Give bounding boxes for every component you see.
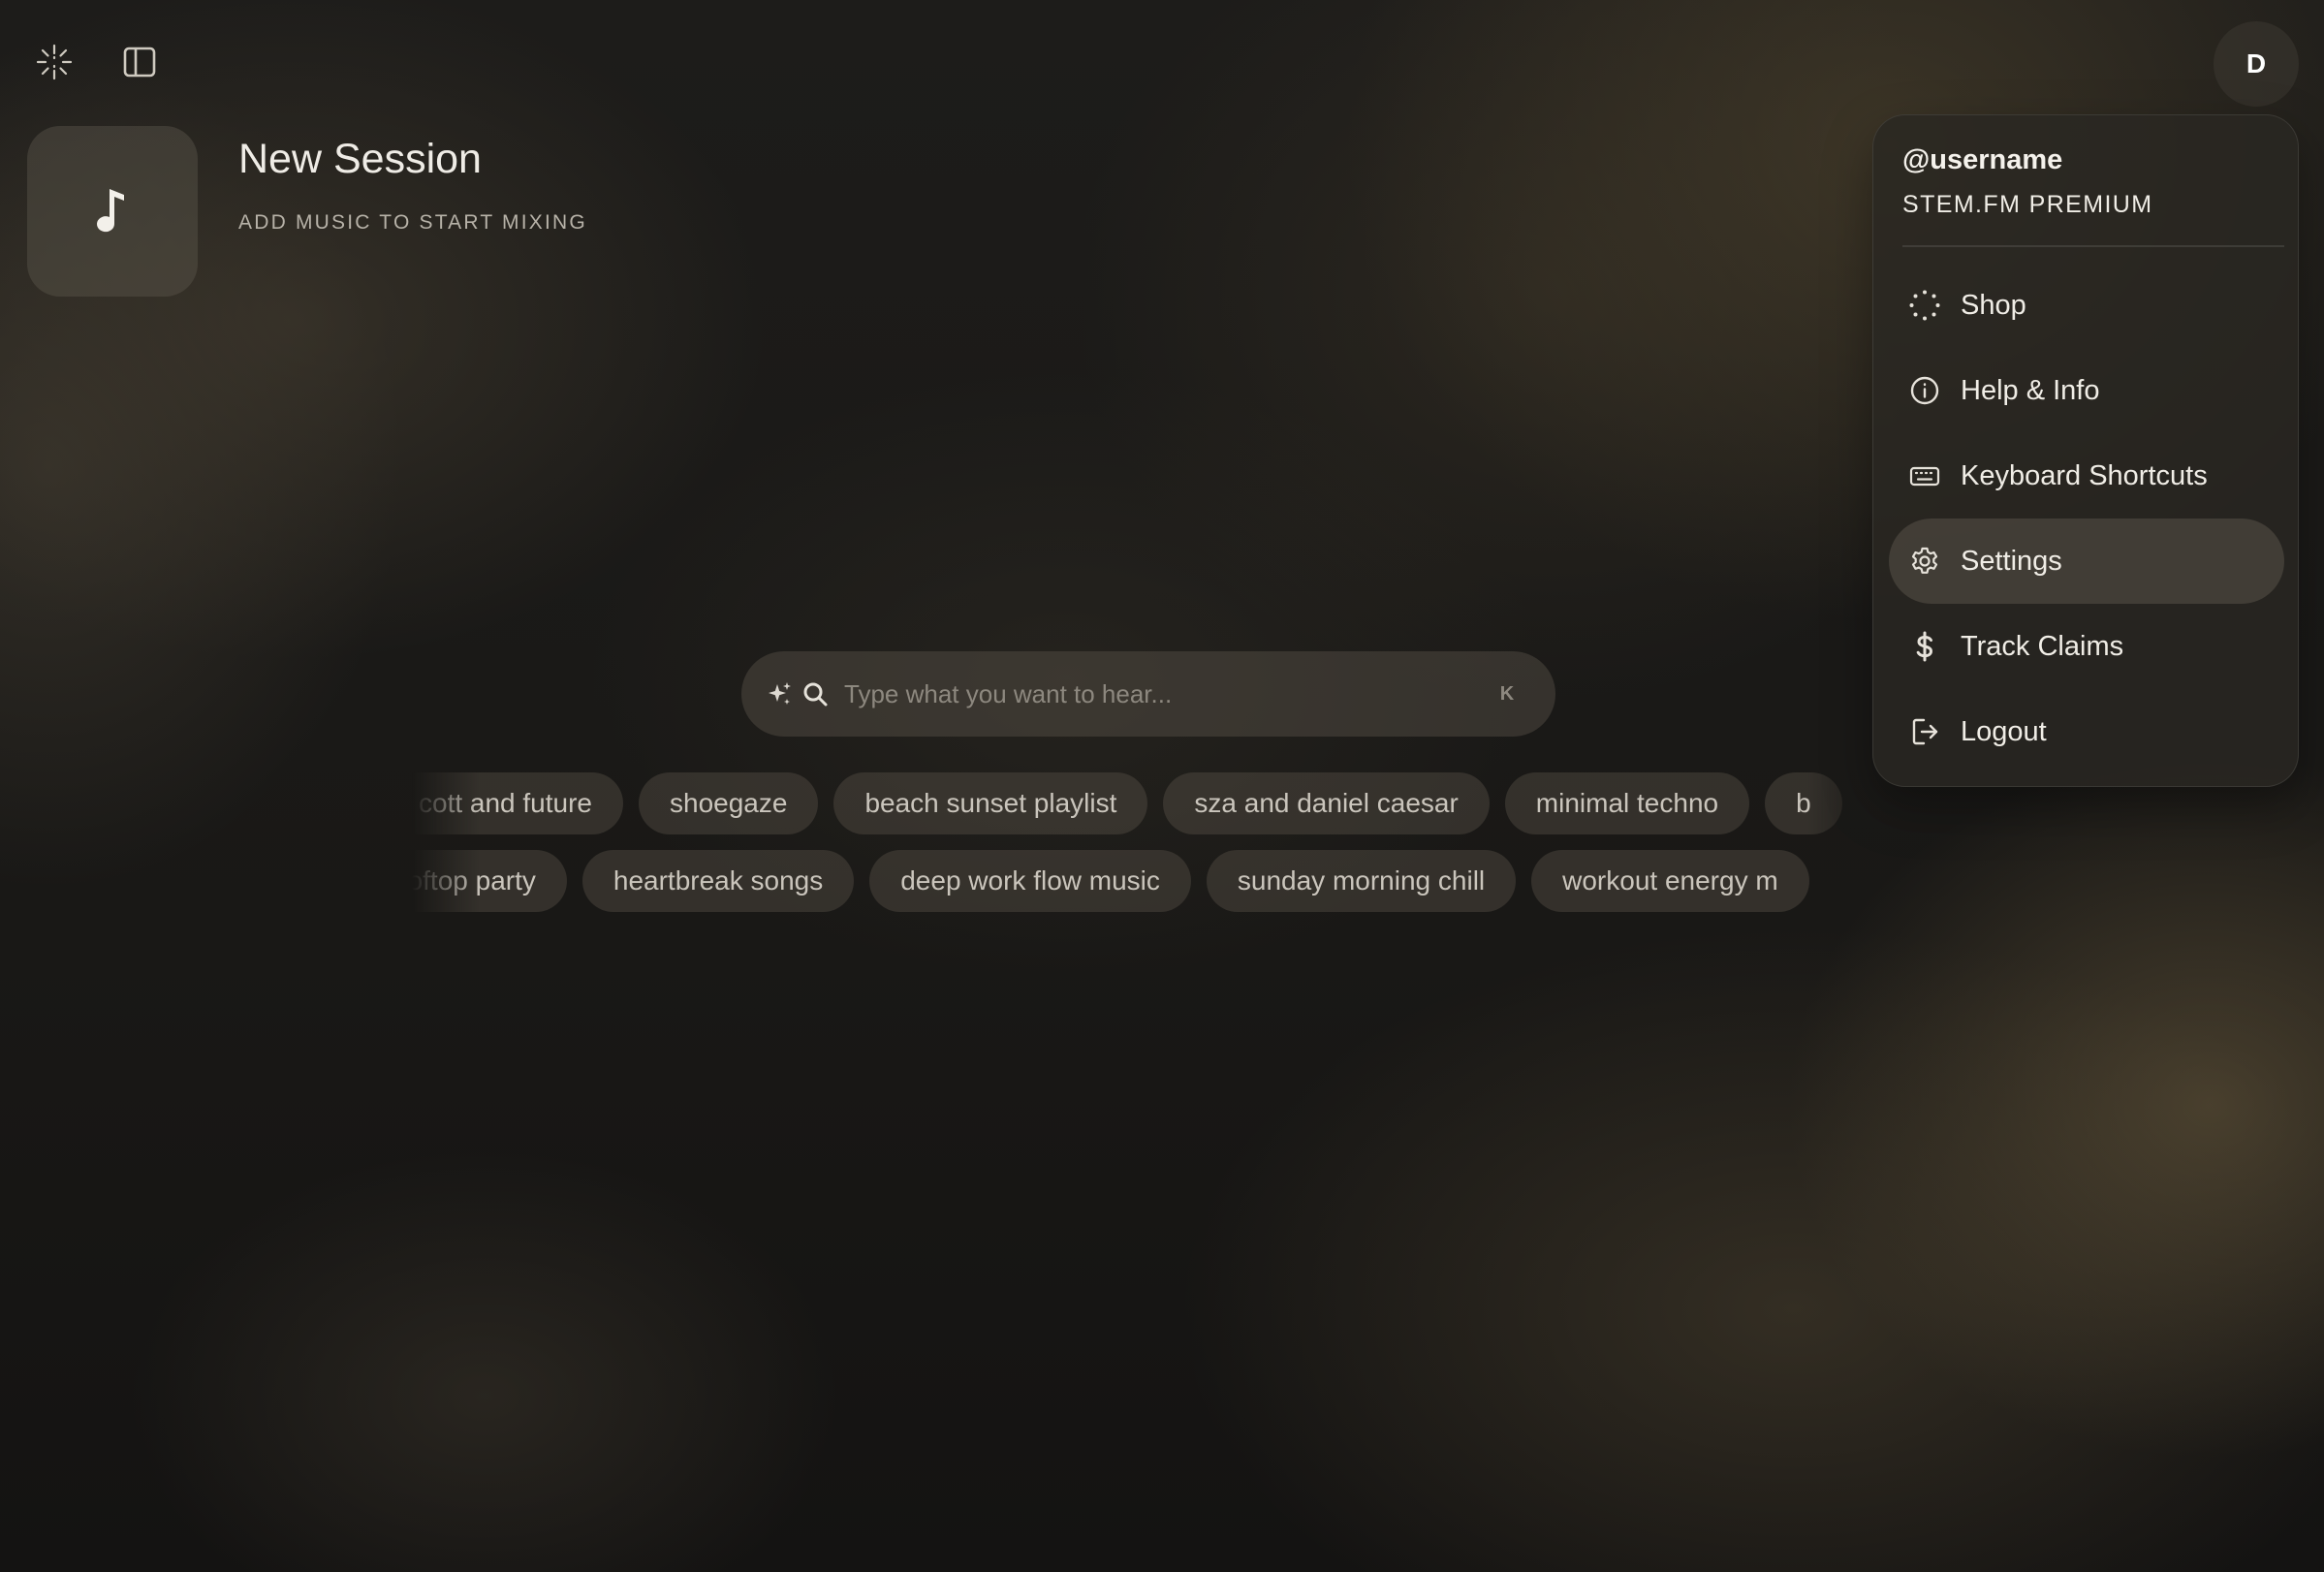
search-icon: [803, 682, 828, 707]
suggestion-chip[interactable]: shoegaze: [639, 772, 819, 834]
menu-item-label: Keyboard Shortcuts: [1961, 459, 2208, 491]
suggestion-chip[interactable]: beach sunset playlist: [833, 772, 1148, 834]
menu-item-keyboard-shortcuts[interactable]: Keyboard Shortcuts: [1889, 433, 2284, 519]
menu-username: @username: [1902, 144, 2063, 175]
keyboard-icon: [1908, 459, 1941, 492]
suggestion-chip[interactable]: minimal techno: [1504, 772, 1750, 834]
menu-item-label: Help & Info: [1961, 374, 2100, 406]
suggestion-row-2: ooftop party heartbreak songs deep work …: [412, 850, 1885, 912]
suggestion-chip[interactable]: heartbreak songs: [581, 850, 855, 912]
suggestion-row-1: cott and future shoegaze beach sunset pl…: [412, 772, 1885, 834]
user-menu: @username STEM.FM PREMIUM Shop Help & In…: [1872, 114, 2299, 787]
suggestion-chip[interactable]: workout energy m: [1531, 850, 1809, 912]
info-icon: [1908, 374, 1941, 407]
suggestion-chip[interactable]: b: [1765, 772, 1842, 834]
logo-spark-icon[interactable]: [33, 41, 76, 83]
search-shortcut-hint: K: [1499, 682, 1515, 705]
suggestion-chip[interactable]: sza and daniel caesar: [1163, 772, 1490, 834]
search-bar[interactable]: K: [741, 651, 1555, 737]
search-icons: [767, 680, 829, 707]
logout-icon: [1908, 715, 1941, 748]
menu-item-help[interactable]: Help & Info: [1889, 348, 2284, 433]
gear-icon: [1908, 545, 1941, 578]
session-artwork: [27, 126, 198, 297]
dollar-icon: [1908, 630, 1941, 663]
user-avatar[interactable]: D: [2214, 21, 2299, 107]
menu-item-label: Shop: [1961, 289, 2026, 321]
menu-item-settings[interactable]: Settings: [1889, 519, 2284, 604]
menu-item-label: Logout: [1961, 715, 2047, 747]
session-subtitle: ADD MUSIC TO START MIXING: [238, 211, 587, 234]
menu-item-track-claims[interactable]: Track Claims: [1889, 604, 2284, 689]
sidebar-toggle-icon[interactable]: [118, 41, 161, 83]
menu-item-label: Settings: [1961, 545, 2062, 577]
suggestion-chip[interactable]: deep work flow music: [869, 850, 1191, 912]
menu-plan: STEM.FM PREMIUM: [1902, 191, 2153, 218]
sparkle-icon: [769, 682, 791, 705]
suggestion-chip[interactable]: sunday morning chill: [1206, 850, 1517, 912]
suggestion-chip[interactable]: cott and future: [412, 772, 624, 834]
search-input[interactable]: [842, 677, 1488, 710]
menu-item-shop[interactable]: Shop: [1889, 263, 2284, 348]
music-note-icon: [97, 189, 124, 233]
session-title: New Session: [238, 136, 482, 182]
menu-item-logout[interactable]: Logout: [1889, 689, 2284, 774]
loader-dots-icon: [1908, 289, 1941, 322]
menu-item-label: Track Claims: [1961, 630, 2124, 662]
suggestion-chip[interactable]: ooftop party: [412, 850, 567, 912]
avatar-initial: D: [2245, 48, 2267, 79]
menu-divider: [1902, 245, 2284, 247]
